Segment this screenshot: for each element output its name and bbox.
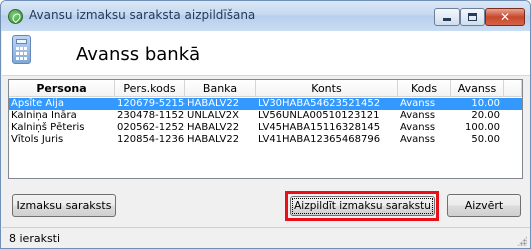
cell-avanss: 20.00 bbox=[471, 110, 500, 121]
cell-konts: LV30HABA54623521452 bbox=[258, 98, 381, 109]
advance-table[interactable]: Persona Pers.kods Banka Konts Kods Avans… bbox=[8, 79, 523, 179]
maximize-icon bbox=[468, 13, 477, 21]
window-title: Avansu izmaksu saraksta aizpildīšana bbox=[29, 8, 256, 22]
header-panel: Avanss bankā bbox=[2, 31, 530, 76]
cell-pers-kods: 020562-12520 bbox=[117, 122, 185, 133]
cell-avanss: 100.00 bbox=[465, 122, 500, 133]
column-header-pers-kods[interactable]: Pers.kods bbox=[115, 80, 185, 97]
cell-kods: Avanss bbox=[400, 134, 436, 145]
maximize-button[interactable] bbox=[460, 8, 485, 26]
column-header-kods[interactable]: Kods bbox=[398, 80, 451, 97]
column-header-filler bbox=[504, 80, 522, 97]
column-header-konts[interactable]: Konts bbox=[256, 80, 398, 97]
table-row[interactable]: Kalniņš Pēteris 020562-12520 HABALV22 LV… bbox=[9, 122, 522, 134]
close-icon: ✕ bbox=[499, 10, 511, 24]
page-title: Avanss bankā bbox=[76, 44, 201, 65]
cell-banka: UNLALV2X bbox=[187, 110, 239, 121]
calculator-icon bbox=[12, 35, 31, 64]
cell-pers-kods: 120854-12365 bbox=[117, 134, 185, 145]
cell-konts: LV45HABA15116328145 bbox=[258, 122, 381, 133]
table-header: Persona Pers.kods Banka Konts Kods Avans… bbox=[9, 80, 522, 97]
minimize-icon bbox=[443, 18, 451, 21]
cell-konts: LV41HABA12365468796 bbox=[258, 134, 381, 145]
close-window-button[interactable]: ✕ bbox=[485, 8, 525, 26]
fill-payment-list-button[interactable]: Aizpildīt izmaksu sarakstu bbox=[290, 196, 435, 216]
cell-banka: HABALV22 bbox=[187, 122, 240, 133]
table-row[interactable]: Apsīte Aija 120679-52154 HABALV22 LV30HA… bbox=[9, 98, 522, 110]
column-header-banka[interactable]: Banka bbox=[185, 80, 256, 97]
column-header-persona[interactable]: Persona bbox=[9, 80, 115, 97]
record-count: 8 ieraksti bbox=[9, 232, 61, 245]
status-bar: 8 ieraksti bbox=[2, 227, 530, 248]
cell-banka: HABALV22 bbox=[187, 134, 240, 145]
cell-kods: Avanss bbox=[400, 98, 436, 109]
cell-avanss: 10.00 bbox=[471, 98, 500, 109]
cell-persona: Kalniņš Pēteris bbox=[11, 122, 85, 133]
table-body: Apsīte Aija 120679-52154 HABALV22 LV30HA… bbox=[9, 98, 522, 146]
cell-kods: Avanss bbox=[400, 122, 436, 133]
close-button[interactable]: Aizvērt bbox=[447, 194, 521, 217]
app-icon bbox=[8, 9, 23, 24]
cell-persona: Apsīte Aija bbox=[11, 98, 64, 109]
cell-pers-kods: 230478-11528 bbox=[117, 110, 185, 121]
cell-persona: Vītols Juris bbox=[11, 134, 64, 145]
payment-list-button[interactable]: Izmaksu saraksts bbox=[12, 194, 116, 217]
cell-persona: Kalniņa Ināra bbox=[11, 110, 77, 121]
table-row[interactable]: Vītols Juris 120854-12365 HABALV22 LV41H… bbox=[9, 134, 522, 146]
cell-avanss: 50.00 bbox=[471, 134, 500, 145]
minimize-button[interactable] bbox=[434, 8, 460, 26]
cell-konts: LV56UNLA00510123121 bbox=[258, 110, 380, 121]
cell-pers-kods: 120679-52154 bbox=[117, 98, 185, 109]
column-header-avanss[interactable]: Avanss bbox=[451, 80, 504, 97]
dialog-window: Avansu izmaksu saraksta aizpildīšana ✕ A… bbox=[0, 0, 531, 249]
resize-grip-icon[interactable] bbox=[517, 236, 527, 246]
cell-banka: HABALV22 bbox=[187, 98, 240, 109]
table-row[interactable]: Kalniņa Ināra 230478-11528 UNLALV2X LV56… bbox=[9, 110, 522, 122]
cell-kods: Avanss bbox=[400, 110, 436, 121]
title-bar[interactable]: Avansu izmaksu saraksta aizpildīšana ✕ bbox=[1, 1, 530, 31]
